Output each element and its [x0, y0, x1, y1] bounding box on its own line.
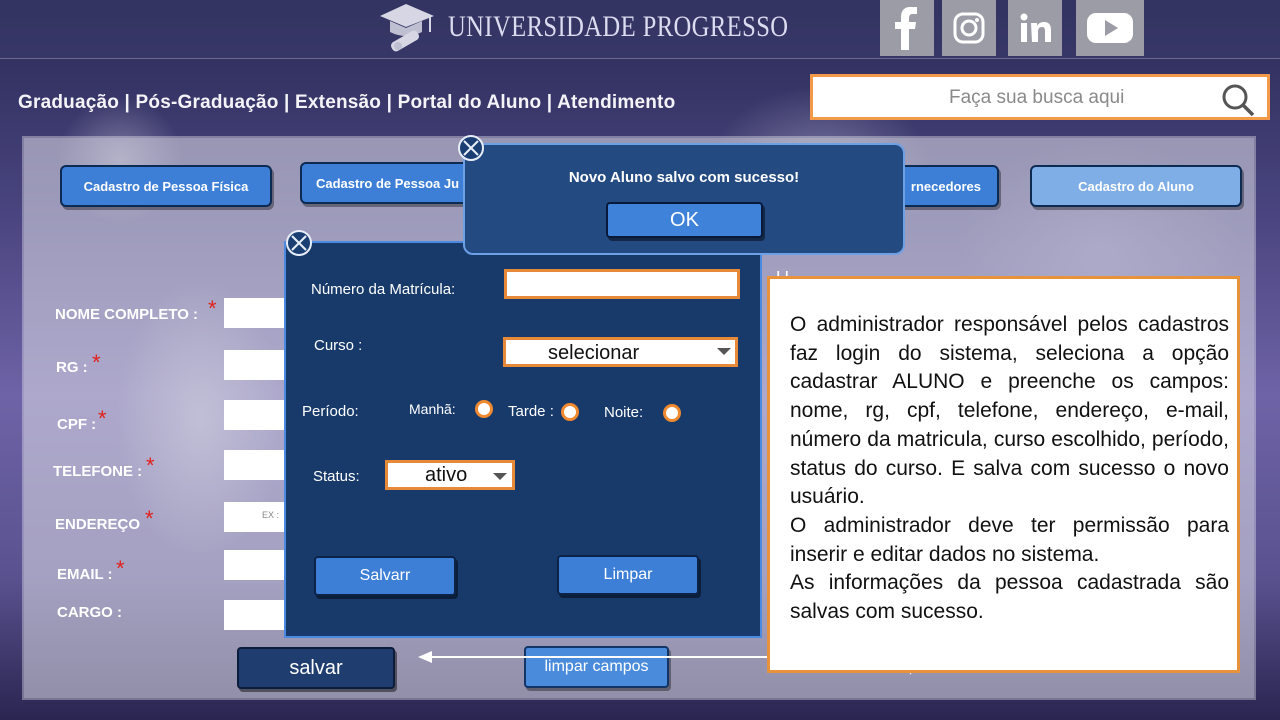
- facebook-link[interactable]: [880, 0, 934, 56]
- status-select[interactable]: ativo: [385, 460, 515, 490]
- radio-noite[interactable]: [663, 404, 681, 422]
- label-matricula: Número da Matrícula:: [311, 281, 456, 298]
- label-curso: Curso :: [314, 337, 363, 354]
- label-status: Status:: [313, 468, 360, 485]
- linkedin-link[interactable]: [1008, 0, 1062, 56]
- matricula-input[interactable]: [504, 269, 740, 299]
- close-icon[interactable]: [457, 134, 485, 162]
- endereco-hint: EX :: [262, 510, 280, 520]
- search-input[interactable]: [813, 77, 1280, 119]
- label-tarde: Tarde :: [508, 403, 554, 420]
- radio-tarde[interactable]: [561, 403, 579, 421]
- linkedin-icon: [1020, 13, 1051, 42]
- label-email: EMAIL :: [57, 566, 113, 583]
- label-telefone: TELEFONE :: [53, 463, 143, 480]
- label-periodo: Período:: [302, 403, 359, 420]
- main-navigation[interactable]: Graduação | Pós-Graduação | Extensão | P…: [18, 92, 675, 114]
- facebook-icon: [895, 7, 917, 50]
- label-rg: RG :: [56, 359, 88, 376]
- instagram-link[interactable]: [942, 0, 996, 56]
- rg-field[interactable]: [224, 350, 286, 380]
- nome-field[interactable]: [224, 298, 286, 328]
- label-cpf: CPF :: [57, 416, 97, 433]
- search-box: [810, 74, 1280, 120]
- success-message-text: Novo Aluno salvo com sucesso!: [568, 169, 800, 186]
- required-mark: *: [98, 406, 107, 431]
- tab-pessoa-fisica[interactable]: Cadastro de Pessoa Física: [60, 165, 272, 207]
- note-paragraph: As informações da pessoa cadastrada são …: [790, 571, 1229, 624]
- university-name: UNIVERSIDADE PROGRESSO: [448, 10, 789, 43]
- chevron-down-icon: [493, 473, 507, 480]
- arrow-left-icon: [418, 651, 770, 663]
- search-icon[interactable]: [1221, 83, 1255, 117]
- label-nome: NOME COMPLETO :: [55, 306, 199, 323]
- note-paragraph: O administrador deve ter permissão para …: [790, 513, 1229, 566]
- salvarr-button[interactable]: Salvarr: [314, 556, 456, 596]
- required-mark: *: [146, 453, 155, 478]
- chevron-down-icon: [717, 348, 731, 355]
- instagram-icon: [953, 12, 985, 44]
- cadastro-aluno-dialog: Número da Matrícula: Curso : selecionar …: [284, 241, 762, 638]
- status-selected-value: ativo: [425, 464, 468, 486]
- required-mark: *: [208, 296, 217, 321]
- cpf-field[interactable]: [224, 400, 286, 430]
- note-paragraph: O administrador responsável pelos cadast…: [790, 313, 1229, 509]
- close-icon[interactable]: [285, 229, 313, 257]
- required-mark: *: [116, 556, 125, 581]
- youtube-link[interactable]: [1076, 0, 1144, 56]
- cargo-field[interactable]: [224, 600, 286, 630]
- curso-selected-value: selecionar: [548, 342, 640, 364]
- youtube-icon: [1087, 13, 1133, 43]
- label-endereco: ENDEREÇO: [55, 516, 141, 533]
- tab-cadastro-aluno[interactable]: Cadastro do Aluno: [1030, 165, 1242, 207]
- tab-pessoa-juridica[interactable]: Cadastro de Pessoa Ju: [300, 162, 480, 204]
- limpar-button[interactable]: Limpar: [557, 555, 699, 595]
- label-manha: Manhã:: [409, 401, 456, 417]
- graduation-cap-logo-icon: [380, 4, 434, 52]
- telefone-field[interactable]: [224, 450, 286, 480]
- label-cargo: CARGO :: [57, 604, 122, 621]
- success-message-dialog: Novo Aluno salvo com sucesso! OK: [463, 143, 905, 255]
- radio-manha[interactable]: [475, 400, 493, 418]
- top-header: UNIVERSIDADE PROGRESSO: [0, 0, 1280, 59]
- required-mark: *: [92, 350, 101, 375]
- salvar-button[interactable]: salvar: [237, 647, 395, 689]
- curso-select[interactable]: selecionar: [503, 337, 738, 367]
- ok-button[interactable]: OK: [606, 202, 763, 238]
- required-mark: *: [145, 506, 154, 531]
- description-note: O administrador responsável pelos cadast…: [767, 276, 1240, 673]
- label-noite: Noite:: [604, 404, 644, 421]
- email-field[interactable]: [224, 550, 286, 580]
